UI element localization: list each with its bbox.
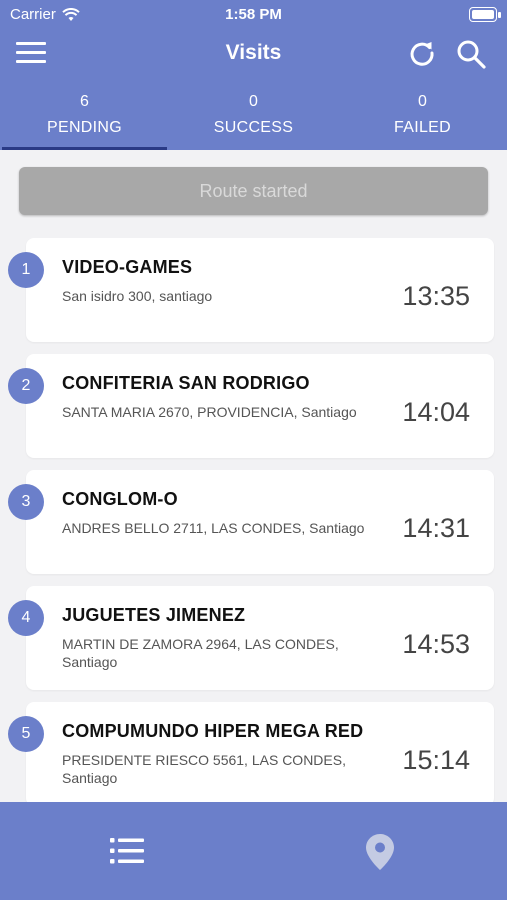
status-time: 1:58 PM [225,6,282,23]
refresh-icon[interactable] [407,38,437,68]
tab-failed-label: FAILED [394,119,451,136]
tab-success-count: 0 [249,93,258,110]
visit-time: 14:53 [402,629,470,659]
visit-card[interactable]: VIDEO-GAMES San isidro 300, santiago 13:… [26,238,494,342]
visit-name: COMPUMUNDO HIPER MEGA RED [62,721,364,741]
route-started-button[interactable]: Route started [19,167,488,215]
visit-card[interactable]: COMPUMUNDO HIPER MEGA RED PRESIDENTE RIE… [26,702,494,806]
search-icon[interactable] [455,38,487,70]
visit-name: CONFITERIA SAN RODRIGO [62,373,310,393]
visit-time: 15:14 [402,745,470,775]
battery-icon [469,7,501,22]
visit-number-badge: 2 [8,368,44,404]
visit-address: PRESIDENTE RIESCO 5561, LAS CONDES, Sant… [62,752,346,786]
visit-address: MARTIN DE ZAMORA 2964, LAS CONDES, Santi… [62,636,339,670]
visit-address: San isidro 300, santiago [62,288,213,304]
tab-pending-count: 6 [80,93,89,110]
tab-failed[interactable]: 0 FAILED [338,88,507,150]
tab-failed-count: 0 [418,93,427,110]
tab-pending[interactable]: 6 PENDING [0,88,169,150]
status-tabs: 6 PENDING 0 SUCCESS 0 FAILED [0,88,507,150]
visit-time: 13:35 [402,281,470,311]
visit-number-badge: 4 [8,600,44,636]
visit-name: VIDEO-GAMES [62,257,193,277]
visit-time: 14:04 [402,397,470,427]
tab-success-label: SUCCESS [213,119,294,136]
list-icon[interactable] [110,837,144,865]
visit-card[interactable]: JUGUETES JIMENEZ MARTIN DE ZAMORA 2964, … [26,586,494,690]
visit-number-badge: 1 [8,252,44,288]
visit-number-badge: 5 [8,716,44,752]
visit-name: CONGLOM-O [62,489,178,509]
nav-bar: Visits [0,34,507,74]
visit-name: JUGUETES JIMENEZ [62,605,246,625]
visit-address: SANTA MARIA 2670, PROVIDENCIA, Santiago [62,404,357,420]
status-bar: Carrier 1:58 PM [0,0,507,28]
bottom-tab-bar [0,802,507,900]
visit-number-badge: 3 [8,484,44,520]
map-pin-icon[interactable] [366,834,394,870]
app-header: Carrier 1:58 PM Visits 6 PENDING 0 SUCCE… [0,0,507,150]
tab-success[interactable]: 0 SUCCESS [169,88,338,150]
visit-card[interactable]: CONGLOM-O ANDRES BELLO 2711, LAS CONDES,… [26,470,494,574]
tab-pending-label: PENDING [47,119,122,136]
visit-card[interactable]: CONFITERIA SAN RODRIGO SANTA MARIA 2670,… [26,354,494,458]
visit-address: ANDRES BELLO 2711, LAS CONDES, Santiago [62,520,365,536]
visit-time: 14:31 [402,513,470,543]
